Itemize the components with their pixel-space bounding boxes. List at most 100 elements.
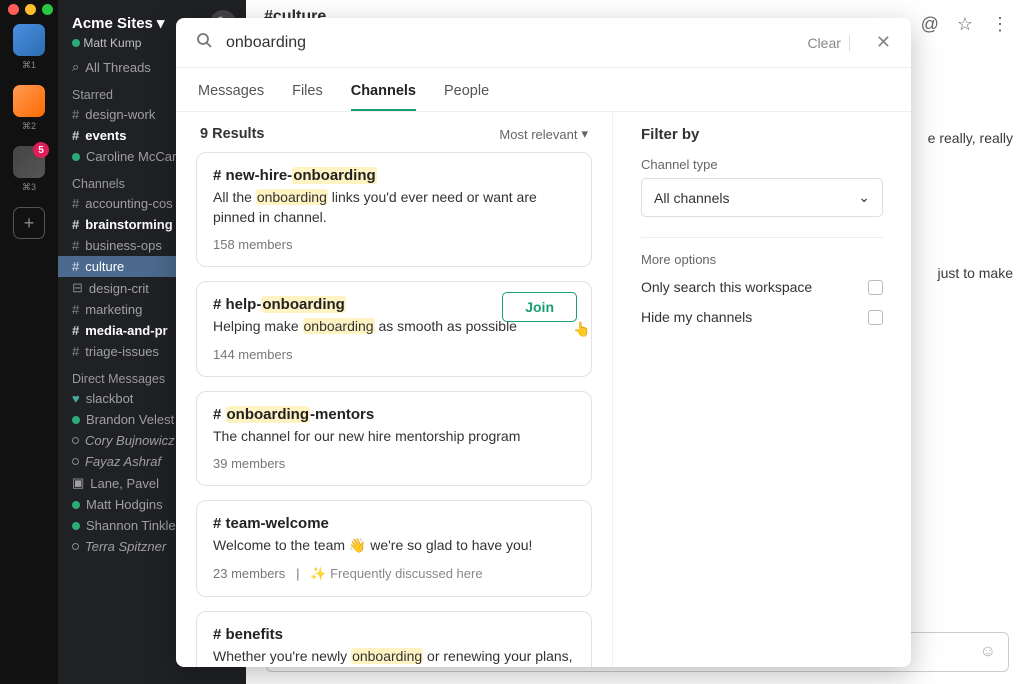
sidebar-item-label: accounting-cos [85, 196, 172, 211]
more-icon[interactable]: ⋮ [991, 14, 1009, 35]
chevron-down-icon: ▾ [157, 14, 165, 32]
hash-icon: # [72, 259, 79, 274]
workspace-switch-1[interactable] [13, 24, 45, 56]
add-workspace-button[interactable]: + [13, 207, 45, 239]
more-options-label: More options [641, 237, 883, 267]
window-traffic-lights[interactable] [8, 4, 53, 15]
results-count: 9 Results [200, 126, 264, 142]
sort-label: Most relevant [499, 127, 577, 142]
message-fragment: just to make [938, 265, 1013, 281]
filter-only-workspace[interactable]: Only search this workspace [641, 279, 883, 295]
result-desc: The channel for our new hire mentorship … [213, 427, 575, 447]
dm-label: Brandon Velest [86, 412, 174, 427]
workspace-rail: ⌘1 ⌘2 5 ⌘3 + [0, 0, 58, 684]
hash-icon: # [72, 107, 79, 122]
mentions-icon[interactable]: @ [921, 14, 939, 35]
heart-icon: ♥ [72, 391, 80, 406]
presence-indicator [72, 437, 79, 444]
presence-indicator [72, 522, 80, 530]
dm-label: Lane, Pavel [90, 476, 159, 491]
user-name: Matt Kump [83, 36, 141, 50]
dm-label: slackbot [86, 391, 134, 406]
presence-indicator [72, 416, 80, 424]
search-input[interactable] [226, 34, 799, 52]
emoji-icon[interactable]: ☺ [980, 643, 996, 661]
hash-icon: # [72, 344, 79, 359]
option-label: Hide my channels [641, 309, 752, 325]
shortcut-label: ⌘1 [22, 60, 36, 71]
dm-label: Terra Spitzner [85, 539, 166, 554]
result-card[interactable]: # new-hire-onboardingAll the onboarding … [196, 152, 592, 267]
hash-icon: # [72, 323, 79, 338]
dm-label: Fayaz Ashraf [85, 454, 161, 469]
message-fragment: e really, really [928, 130, 1013, 146]
presence-indicator [72, 39, 80, 47]
tab-channels[interactable]: Channels [351, 83, 416, 111]
select-value: All channels [654, 190, 730, 206]
dm-label: Shannon Tinkle [86, 518, 176, 533]
workspace-switch-3[interactable]: 5 [13, 146, 45, 178]
close-icon[interactable]: ✕ [866, 32, 891, 53]
close-window[interactable] [8, 4, 19, 15]
filter-panel: Filter by Channel type All channels ⌄ Mo… [612, 112, 911, 667]
filter-hide-my-channels[interactable]: Hide my channels [641, 309, 883, 325]
sidebar-item-label: culture [85, 259, 124, 274]
tab-files[interactable]: Files [292, 83, 323, 111]
tab-messages[interactable]: Messages [198, 83, 264, 111]
search-modal: Clear ✕ Messages Files Channels People 9… [176, 18, 911, 667]
result-card[interactable]: # team-welcome Welcome to the team 👋 we'r… [196, 500, 592, 597]
shortcut-label: ⌘2 [22, 121, 36, 132]
filter-title: Filter by [641, 126, 883, 143]
checkbox[interactable] [868, 280, 883, 295]
dm-label: Matt Hodgins [86, 497, 163, 512]
sidebar-item-label: business-ops [85, 238, 162, 253]
group-icon: ▣ [72, 475, 84, 491]
result-title: # team-welcome [213, 515, 575, 532]
checkbox[interactable] [868, 310, 883, 325]
presence-indicator [72, 543, 79, 550]
result-card[interactable]: # benefits Whether you're newly onboardin… [196, 611, 592, 667]
result-title: # benefits [213, 626, 575, 643]
sidebar-item-label: marketing [85, 302, 142, 317]
tab-people[interactable]: People [444, 83, 489, 111]
shortcut-label: ⌘3 [22, 182, 36, 193]
result-desc: All the onboarding links you'd ever need… [213, 188, 575, 227]
results-column[interactable]: 9 Results Most relevant ▾ # new-hire-onb… [176, 112, 612, 667]
unread-badge: 5 [33, 142, 49, 158]
workspace-switch-2[interactable] [13, 85, 45, 117]
lock-icon: ⊟ [72, 280, 83, 296]
result-card[interactable]: # help-onboardingHelping make onboarding… [196, 281, 592, 377]
sidebar-item-label: design-work [85, 107, 155, 122]
hash-icon: # [72, 128, 79, 143]
sidebar-item-label: triage-issues [85, 344, 159, 359]
result-desc: Welcome to the team 👋 we're so glad to h… [213, 536, 575, 556]
channel-type-label: Channel type [641, 157, 883, 172]
sidebar-item-label: Caroline McCar [86, 149, 176, 164]
hash-icon: # [72, 196, 79, 211]
star-icon[interactable]: ☆ [957, 14, 973, 35]
result-desc: Whether you're newly onboarding or renew… [213, 647, 575, 667]
result-title: # onboarding-mentors [213, 406, 575, 423]
search-icon [196, 32, 212, 53]
result-members: 39 members [213, 456, 575, 471]
presence-indicator [72, 458, 79, 465]
zoom-window[interactable] [42, 4, 53, 15]
channel-type-select[interactable]: All channels ⌄ [641, 178, 883, 217]
sort-dropdown[interactable]: Most relevant ▾ [499, 126, 588, 142]
result-card[interactable]: # onboarding-mentors The channel for our … [196, 391, 592, 487]
option-label: Only search this workspace [641, 279, 812, 295]
sidebar-item-label: media-and-pr [85, 323, 167, 338]
threads-icon: ⌕ [72, 59, 79, 75]
threads-label: All Threads [85, 60, 151, 75]
result-members: 158 members [213, 237, 575, 252]
clear-button[interactable]: Clear [799, 35, 849, 51]
minimize-window[interactable] [25, 4, 36, 15]
result-members: 144 members [213, 347, 575, 362]
result-members: 23 members | ✨ Frequently discussed here [213, 566, 575, 582]
search-tabs: Messages Files Channels People [176, 68, 911, 112]
sidebar-item-label: events [85, 128, 126, 143]
sidebar-item-label: design-crit [89, 281, 149, 296]
presence-indicator [72, 153, 80, 161]
join-button[interactable]: Join [502, 292, 577, 322]
dm-label: Cory Bujnowicz [85, 433, 175, 448]
